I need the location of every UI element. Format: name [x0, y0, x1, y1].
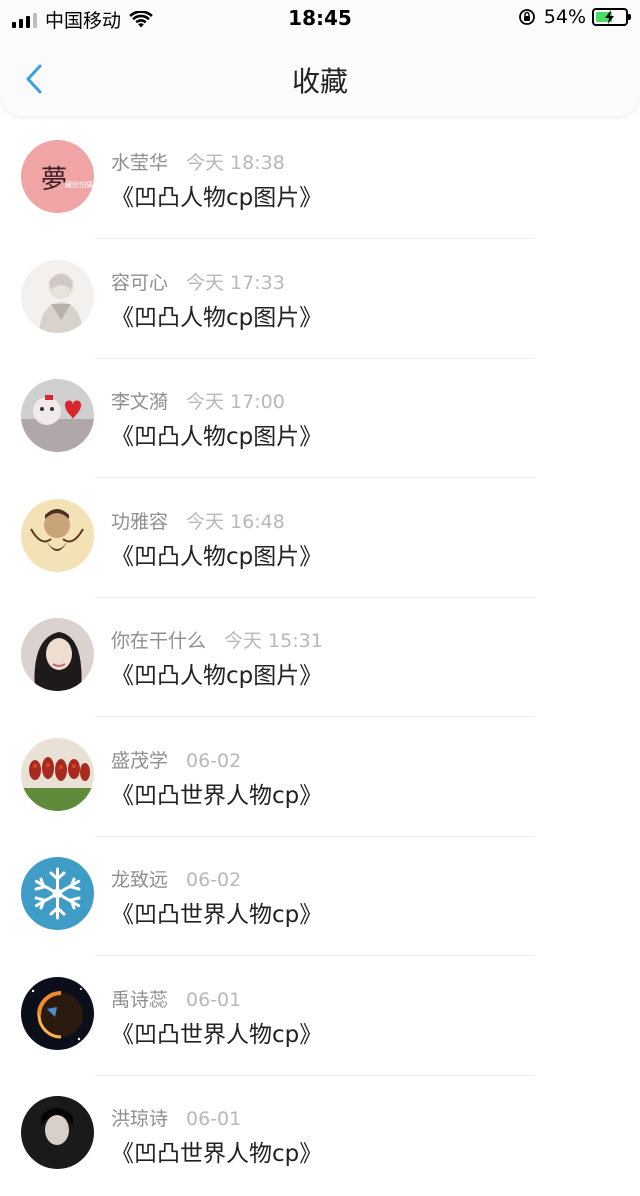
timestamp: 06-01	[186, 988, 242, 1011]
list-item[interactable]: 龙致远 06-02 《凹凸世界人物cp》	[0, 837, 640, 957]
avatar[interactable]	[21, 498, 94, 572]
author-name: 功雅容	[111, 510, 169, 533]
timestamp: 今天 16:48	[186, 510, 285, 533]
author-name: 容可心	[111, 271, 169, 294]
author-name: 水莹华	[111, 152, 169, 174]
item-meta: 功雅容 今天 16:48	[111, 507, 285, 534]
item-meta: 禹诗蕊 06-01	[111, 985, 241, 1012]
avatar[interactable]	[21, 1096, 94, 1169]
battery-percentage: 54%	[543, 6, 586, 28]
author-name: 李文漪	[111, 391, 169, 413]
timestamp: 今天 17:33	[186, 271, 285, 294]
author-name: 禹诗蕊	[111, 988, 169, 1011]
item-title[interactable]: 《凹凸人物cp图片》	[111, 178, 322, 212]
timestamp: 06-02	[186, 749, 242, 772]
page-title: 收藏	[291, 65, 348, 98]
list-item[interactable]: 李文漪 今天 17:00 《凹凸人物cp图片》	[0, 359, 640, 479]
favorites-list: 夢 藏别怕痛 水莹华 今天 18:38 《凹凸人物cp图片》 容可心 今天 17:3…	[0, 120, 640, 1196]
item-meta: 水莹华 今天 18:38	[111, 148, 285, 175]
item-title[interactable]: 《凹凸人物cp图片》	[111, 417, 322, 451]
list-item[interactable]: 禹诗蕊 06-01 《凹凸世界人物cp》	[0, 957, 640, 1077]
rotation-lock-icon	[518, 9, 535, 25]
item-title[interactable]: 《凹凸世界人物cp》	[111, 895, 322, 929]
avatar[interactable]	[21, 976, 94, 1050]
item-title[interactable]: 《凹凸世界人物cp》	[111, 1015, 322, 1049]
item-meta: 盛茂学 06-02	[111, 746, 241, 773]
svg-text:藏别怕痛: 藏别怕痛	[65, 180, 93, 189]
avatar[interactable]: 夢 藏别怕痛	[21, 140, 94, 213]
avatar[interactable]	[21, 379, 94, 452]
author-name: 盛茂学	[111, 749, 169, 772]
item-title[interactable]: 《凹凸世界人物cp》	[111, 1134, 322, 1168]
item-title[interactable]: 《凹凸人物cp图片》	[111, 656, 322, 690]
nav-bar: 收藏	[0, 36, 640, 116]
avatar[interactable]	[21, 857, 94, 930]
timestamp: 今天 15:31	[224, 630, 323, 652]
list-item[interactable]: 夢 藏别怕痛 水莹华 今天 18:38 《凹凸人物cp图片》	[0, 120, 640, 240]
author-name: 你在干什么	[111, 630, 207, 652]
author-name: 龙致远	[111, 869, 169, 891]
item-meta: 洪琼诗 06-01	[111, 1104, 241, 1131]
timestamp: 06-01	[186, 1108, 242, 1130]
list-item[interactable]: 容可心 今天 17:33 《凹凸人物cp图片》	[0, 240, 640, 360]
list-item[interactable]: 盛茂学 06-02 《凹凸世界人物cp》	[0, 718, 640, 838]
battery-icon	[592, 8, 631, 26]
svg-text:夢: 夢	[41, 165, 67, 195]
avatar[interactable]	[21, 259, 94, 333]
item-title[interactable]: 《凹凸世界人物cp》	[111, 776, 322, 810]
timestamp: 06-02	[186, 869, 242, 891]
timestamp: 今天 17:00	[186, 391, 285, 413]
timestamp: 今天 18:38	[186, 152, 285, 174]
item-title[interactable]: 《凹凸人物cp图片》	[111, 537, 322, 571]
item-meta: 龙致远 06-02	[111, 865, 241, 892]
item-meta: 你在干什么 今天 15:31	[111, 626, 323, 653]
status-bar: 中国移动 18:45 54%	[0, 0, 640, 36]
item-meta: 李文漪 今天 17:00	[111, 387, 285, 414]
list-item[interactable]: 洪琼诗 06-01 《凹凸世界人物cp》	[0, 1076, 640, 1196]
list-item[interactable]: 功雅容 今天 16:48 《凹凸人物cp图片》	[0, 479, 640, 599]
list-item[interactable]: 你在干什么 今天 15:31 《凹凸人物cp图片》	[0, 598, 640, 718]
avatar[interactable]	[21, 737, 94, 811]
avatar[interactable]	[21, 618, 94, 691]
status-right: 54%	[518, 6, 631, 28]
item-title[interactable]: 《凹凸人物cp图片》	[111, 298, 322, 332]
author-name: 洪琼诗	[111, 1108, 169, 1130]
item-meta: 容可心 今天 17:33	[111, 268, 285, 295]
